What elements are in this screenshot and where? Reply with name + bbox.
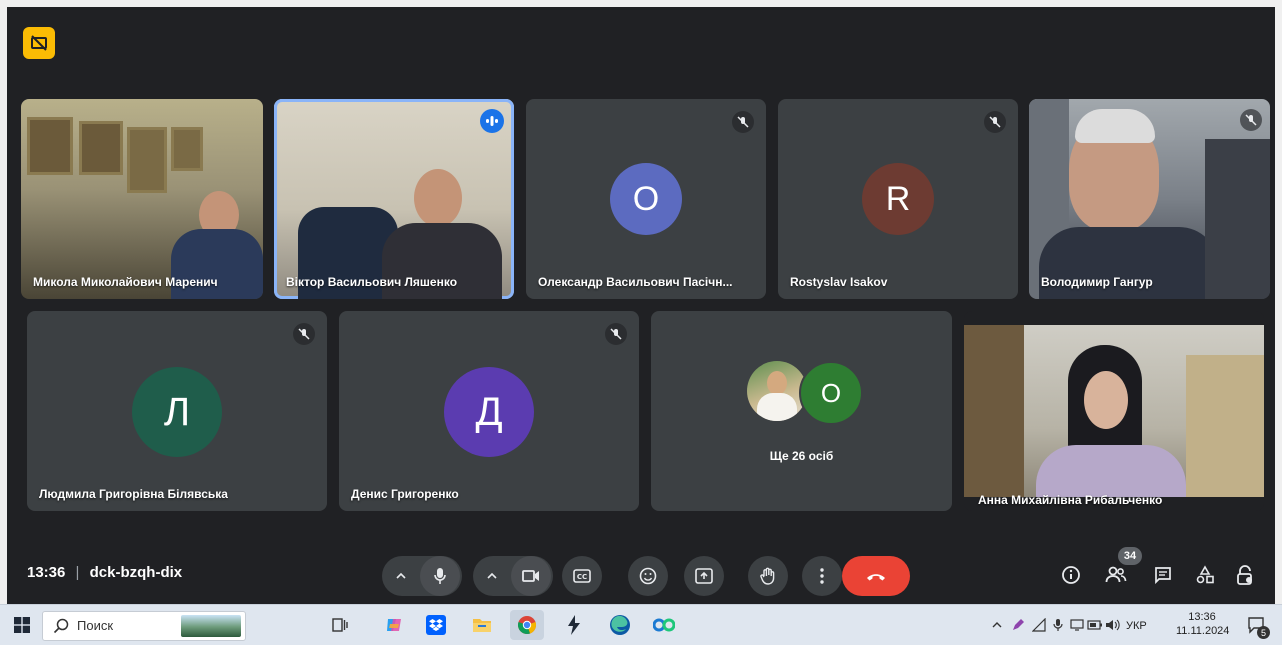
file-explorer-icon[interactable] [470, 613, 494, 637]
mic-off-icon [984, 111, 1006, 133]
chrome-icon[interactable] [510, 610, 544, 640]
participant-tile-4[interactable]: R Rostyslav Isakov [778, 99, 1018, 299]
webex-icon[interactable] [652, 613, 676, 637]
participant-photo-avatar [747, 361, 807, 421]
participant-tile-5[interactable]: Володимир Гангур [1029, 99, 1270, 299]
participant-name: Віктор Васильович Ляшенко [286, 275, 458, 289]
call-controls-bar: 13:36 | dck-bzqh-dix CC 34 [7, 542, 1275, 604]
mic-control-group [382, 556, 462, 596]
input-language-indicator[interactable]: УКР [1126, 620, 1147, 632]
person-head [414, 169, 462, 227]
participant-name: Rostyslav Isakov [790, 275, 888, 289]
search-placeholder: Поиск [77, 618, 114, 633]
meeting-code: dck-bzqh-dix [89, 564, 183, 581]
windows-taskbar: Поиск УКР 13:36 11.11.2024 5 [0, 604, 1282, 645]
mic-off-icon [605, 323, 627, 345]
participant-tile-7[interactable]: Д Денис Григоренко [339, 311, 639, 511]
participant-tile-3[interactable]: O Олександр Васильович Пасічн... [526, 99, 766, 299]
present-screen-button[interactable] [684, 556, 724, 596]
recording-off-icon[interactable] [23, 27, 55, 59]
more-options-button[interactable] [802, 556, 842, 596]
avatar: R [862, 163, 934, 235]
meeting-info-button[interactable] [1056, 560, 1086, 590]
wall-frame [171, 127, 203, 171]
photo-head [767, 371, 787, 395]
participant-tile-9[interactable]: Анна Михайлівна Рибальченко [964, 311, 1264, 511]
captions-button[interactable]: CC [562, 556, 602, 596]
volume-icon[interactable] [1101, 613, 1125, 637]
separator: | [75, 564, 80, 581]
cabinet [1186, 355, 1264, 497]
bookshelf [964, 325, 1024, 497]
participant-name: Олександр Васильович Пасічн... [538, 275, 733, 289]
meeting-time: 13:36 [27, 564, 66, 581]
wall-frame [27, 117, 73, 175]
edge-icon[interactable] [608, 613, 632, 637]
people-button[interactable] [1101, 560, 1131, 590]
wall-frame [79, 121, 123, 175]
search-icon [53, 618, 69, 634]
raise-hand-button[interactable] [748, 556, 788, 596]
taskbar-clock[interactable]: 13:36 11.11.2024 [1176, 610, 1230, 638]
microphone-button[interactable] [420, 556, 460, 596]
chat-button[interactable] [1148, 560, 1178, 590]
participant-name: Анна Михайлівна Рибальченко [978, 493, 1163, 507]
task-view-icon[interactable] [328, 613, 352, 637]
participant-tile-1[interactable]: Микола Миколайович Маренич [21, 99, 263, 299]
participant-name: Денис Григоренко [351, 487, 459, 501]
mic-off-icon [732, 111, 754, 133]
taskbar-date: 11.11.2024 [1176, 625, 1230, 637]
participant-name: Микола Миколайович Маренич [33, 275, 218, 289]
notification-count-badge: 5 [1257, 626, 1270, 639]
avatar: O [799, 361, 863, 425]
mic-off-icon [1240, 109, 1262, 131]
others-count-label: Ще 26 осіб [769, 449, 834, 463]
participant-name: Володимир Гангур [1041, 275, 1153, 289]
meeting-time-and-code: 13:36 | dck-bzqh-dix [27, 564, 182, 581]
search-highlight-image [181, 615, 241, 637]
photo-body [757, 393, 797, 421]
camera-button[interactable] [511, 556, 551, 596]
participant-name: Людмила Григорівна Білявська [39, 487, 228, 501]
avatar: Д [444, 367, 534, 457]
emoji-button[interactable] [628, 556, 668, 596]
copilot-icon[interactable] [382, 613, 406, 637]
taskbar-search-box[interactable]: Поиск [42, 611, 246, 641]
app-bolt-icon[interactable] [562, 613, 586, 637]
person-face [1084, 371, 1128, 429]
avatar: Л [132, 367, 222, 457]
avatar: O [610, 163, 682, 235]
chair [1205, 139, 1270, 299]
camera-options-button[interactable] [473, 556, 511, 596]
notifications-icon[interactable]: 5 [1244, 613, 1270, 639]
activities-button[interactable] [1190, 560, 1220, 590]
mic-off-icon [293, 323, 315, 345]
dropbox-icon[interactable] [424, 613, 448, 637]
leave-call-button[interactable] [842, 556, 910, 596]
taskbar-time: 13:36 [1188, 611, 1216, 623]
person-hair [1075, 109, 1155, 143]
wall-frame [127, 127, 167, 193]
svg-text:CC: CC [577, 573, 587, 581]
speaking-indicator-icon [480, 109, 504, 133]
participant-tile-6[interactable]: Л Людмила Григорівна Білявська [27, 311, 327, 511]
others-tile[interactable]: O Ще 26 осіб [651, 311, 952, 511]
video-frame [964, 325, 1264, 497]
mic-options-button[interactable] [382, 556, 420, 596]
meet-window: Микола Миколайович Маренич Віктор Василь… [7, 7, 1275, 604]
windows-start-icon[interactable] [10, 613, 34, 637]
person-body [1036, 445, 1186, 497]
camera-control-group [473, 556, 553, 596]
host-controls-button[interactable] [1230, 560, 1260, 590]
participant-tile-2[interactable]: Віктор Васильович Ляшенко [274, 99, 514, 299]
